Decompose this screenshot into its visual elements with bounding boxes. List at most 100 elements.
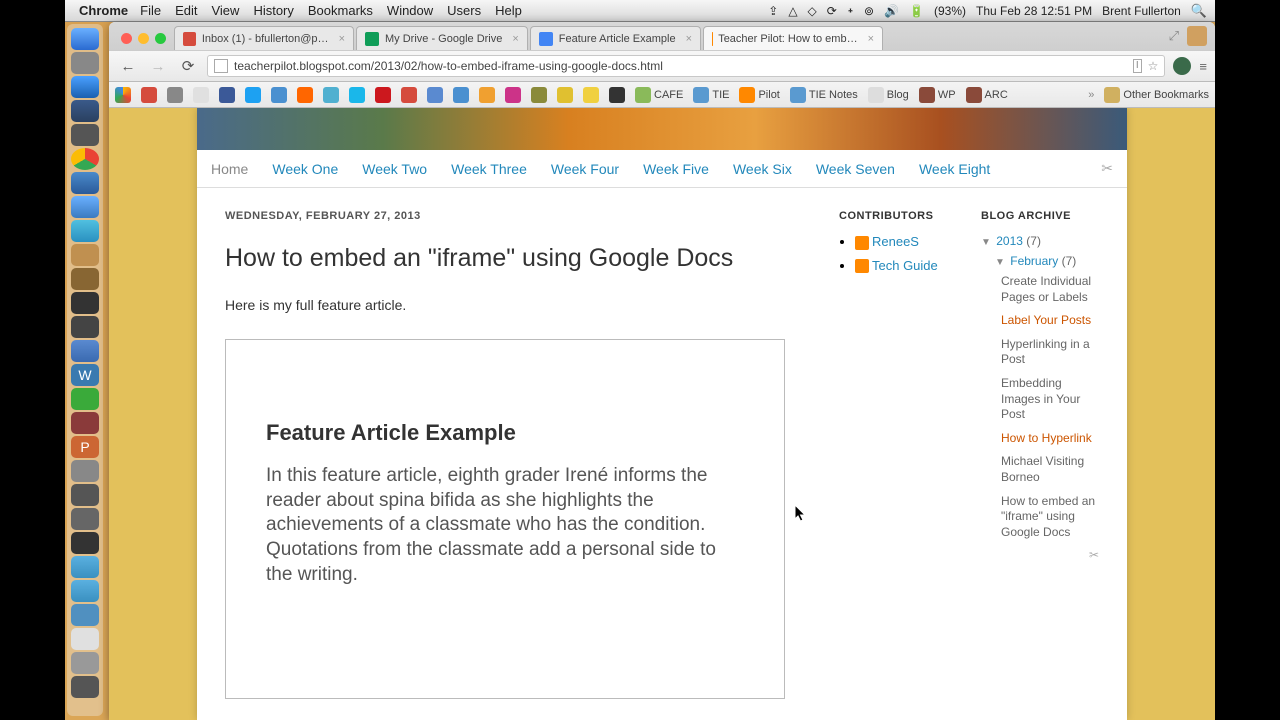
dock-app7[interactable]	[71, 484, 99, 506]
dock-excel[interactable]	[71, 388, 99, 410]
dock-appstore[interactable]	[71, 196, 99, 218]
cloud-bm-icon[interactable]	[167, 87, 183, 103]
dock-app6[interactable]	[71, 412, 99, 434]
dock-word[interactable]: W	[71, 364, 99, 386]
gdrive-icon[interactable]: △	[788, 4, 797, 18]
dock-app5[interactable]	[71, 340, 99, 362]
twitter-bm-icon[interactable]	[245, 87, 261, 103]
app-name[interactable]: Chrome	[79, 3, 128, 18]
battery-icon[interactable]: 🔋	[909, 4, 924, 18]
nav-home[interactable]: Home	[211, 161, 248, 177]
menu-bookmarks[interactable]: Bookmarks	[308, 3, 373, 18]
dock-app4[interactable]	[71, 316, 99, 338]
spotlight-icon[interactable]: 🔍	[1191, 3, 1207, 19]
archive-month[interactable]: February	[1010, 254, 1058, 268]
facebook-bm-icon[interactable]	[219, 87, 235, 103]
menu-users[interactable]: Users	[447, 3, 481, 18]
bookmark-wp[interactable]: WP	[919, 87, 956, 103]
menu-view[interactable]: View	[211, 3, 239, 18]
wrench-icon[interactable]: ✂	[981, 548, 1099, 562]
nav-week3[interactable]: Week Three	[451, 161, 527, 177]
menu-file[interactable]: File	[140, 3, 161, 18]
dock-docs[interactable]	[71, 628, 99, 650]
nav-week2[interactable]: Week Two	[362, 161, 427, 177]
dock-app11[interactable]	[71, 604, 99, 626]
username[interactable]: Brent Fullerton	[1102, 4, 1181, 18]
back-button[interactable]: ←	[117, 58, 139, 75]
tab-blogger[interactable]: Teacher Pilot: How to emb…×	[703, 26, 883, 50]
close-tab-icon[interactable]: ×	[339, 33, 345, 45]
forward-button[interactable]: →	[147, 58, 169, 75]
dock-itunes[interactable]	[71, 220, 99, 242]
archive-post-link[interactable]: Embedding Images in Your Post	[1001, 376, 1099, 423]
dock-imovie[interactable]	[71, 268, 99, 290]
dock-safari[interactable]	[71, 52, 99, 74]
nav-week7[interactable]: Week Seven	[816, 161, 895, 177]
wifi-icon[interactable]: ⊚	[864, 4, 874, 18]
nav-week1[interactable]: Week One	[272, 161, 338, 177]
dropbox-icon[interactable]: ◇	[808, 4, 817, 18]
nav-week8[interactable]: Week Eight	[919, 161, 990, 177]
bookmark-cafe[interactable]: CAFE	[635, 87, 683, 103]
address-bar[interactable]: teacherpilot.blogspot.com/2013/02/how-to…	[207, 55, 1165, 77]
page-viewport[interactable]: Home Week One Week Two Week Three Week F…	[109, 108, 1215, 720]
blogger-bm-icon[interactable]	[297, 87, 313, 103]
extension-icon[interactable]	[1173, 57, 1191, 75]
bookmarks-overflow-icon[interactable]: »	[1088, 89, 1094, 101]
bm-icon[interactable]	[453, 87, 469, 103]
dock-earth[interactable]	[71, 172, 99, 194]
bm-icon[interactable]	[401, 87, 417, 103]
archive-post-link[interactable]: Hyperlinking in a Post	[1001, 337, 1099, 368]
other-bookmarks[interactable]: Other Bookmarks	[1104, 87, 1209, 103]
bookmark-star-icon[interactable]: ☆	[1148, 59, 1159, 73]
tab-drive[interactable]: My Drive - Google Drive×	[356, 26, 528, 50]
dock-photobooth[interactable]	[71, 532, 99, 554]
menu-help[interactable]: Help	[495, 3, 522, 18]
bm-icon[interactable]	[427, 87, 443, 103]
dock-chrome[interactable]	[71, 148, 99, 170]
dock-downloads[interactable]	[71, 652, 99, 674]
archive-post-link[interactable]: Michael Visiting Borneo	[1001, 454, 1099, 485]
vimeo-bm-icon[interactable]	[349, 87, 365, 103]
dock-app10[interactable]	[71, 580, 99, 602]
bm-icon[interactable]	[609, 87, 625, 103]
dock-iphoto[interactable]	[71, 244, 99, 266]
archive-year[interactable]: 2013	[996, 234, 1023, 248]
wrench-icon[interactable]: ✂	[1101, 160, 1113, 177]
close-tab-icon[interactable]: ×	[868, 33, 874, 45]
collapse-icon[interactable]: ▼	[981, 237, 991, 248]
contributor-link[interactable]: ReneeS	[872, 234, 919, 249]
bm-icon[interactable]	[271, 87, 287, 103]
bm-icon[interactable]	[193, 87, 209, 103]
menuextra-icon[interactable]: ⇪	[768, 4, 778, 18]
avatar-icon[interactable]	[1187, 26, 1207, 46]
gmail-bm-icon[interactable]	[141, 87, 157, 103]
bm-icon[interactable]	[583, 87, 599, 103]
menu-window[interactable]: Window	[387, 3, 433, 18]
nav-week4[interactable]: Week Four	[551, 161, 619, 177]
zoom-window[interactable]	[155, 33, 166, 44]
volume-icon[interactable]: 🔊	[884, 4, 899, 18]
ext-icon[interactable]: I	[1133, 59, 1142, 73]
bookmark-arc[interactable]: ARC	[966, 87, 1008, 103]
bookmark-tienotes[interactable]: TIE Notes	[790, 87, 858, 103]
bm-icon[interactable]	[479, 87, 495, 103]
close-tab-icon[interactable]: ×	[686, 33, 692, 45]
tab-inbox[interactable]: Inbox (1) - bfullerton@p…×	[174, 26, 354, 50]
nav-week5[interactable]: Week Five	[643, 161, 709, 177]
dock-finder[interactable]	[71, 28, 99, 50]
dock-mail[interactable]	[71, 76, 99, 98]
bookmark-pilot[interactable]: Pilot	[739, 87, 779, 103]
bm-icon[interactable]	[505, 87, 521, 103]
chrome-menu-icon[interactable]: ≡	[1199, 59, 1207, 74]
bookmark-blog[interactable]: Blog	[868, 87, 909, 103]
dock-app8[interactable]	[71, 508, 99, 530]
bm-icon[interactable]	[531, 87, 547, 103]
reload-button[interactable]: ⟳	[177, 57, 199, 75]
dock-trash[interactable]	[71, 676, 99, 698]
bm-icon[interactable]	[557, 87, 573, 103]
dock-prefs[interactable]	[71, 460, 99, 482]
dock-app9[interactable]	[71, 556, 99, 578]
archive-post-link[interactable]: How to Hyperlink	[1001, 431, 1099, 447]
youtube-bm-icon[interactable]	[375, 87, 391, 103]
